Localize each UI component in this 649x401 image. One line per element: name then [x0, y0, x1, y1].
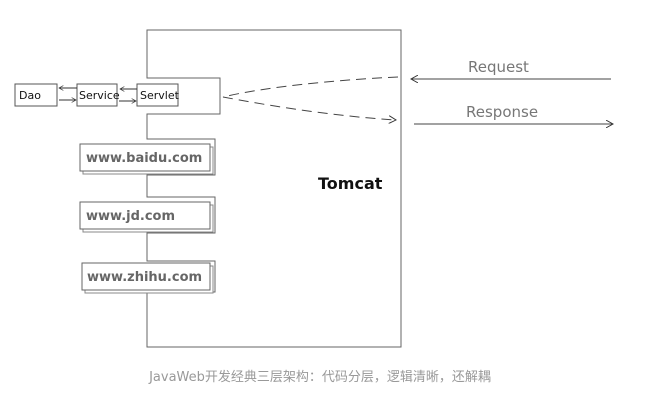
site-label-jd: www.jd.com: [86, 209, 175, 224]
service-label: Service: [79, 89, 120, 102]
site-box-baidu: www.baidu.com: [79, 143, 214, 175]
dao-label: Dao: [19, 89, 41, 102]
site-box-jd: www.jd.com: [79, 201, 214, 233]
response-label: Response: [466, 103, 538, 121]
site-box-zhihu: www.zhihu.com: [81, 262, 214, 294]
site-label-zhihu: www.zhihu.com: [87, 270, 202, 285]
diagram-caption: JavaWeb开发经典三层架构：代码分层，逻辑清晰，还解耦: [148, 369, 491, 385]
site-label-baidu: www.baidu.com: [86, 151, 202, 166]
request-label: Request: [468, 58, 529, 76]
architecture-diagram: Tomcat Servlet Service Dao www.baidu.com…: [14, 29, 649, 385]
tomcat-label: Tomcat: [318, 174, 383, 193]
servlet-label: Servlet: [140, 89, 180, 102]
